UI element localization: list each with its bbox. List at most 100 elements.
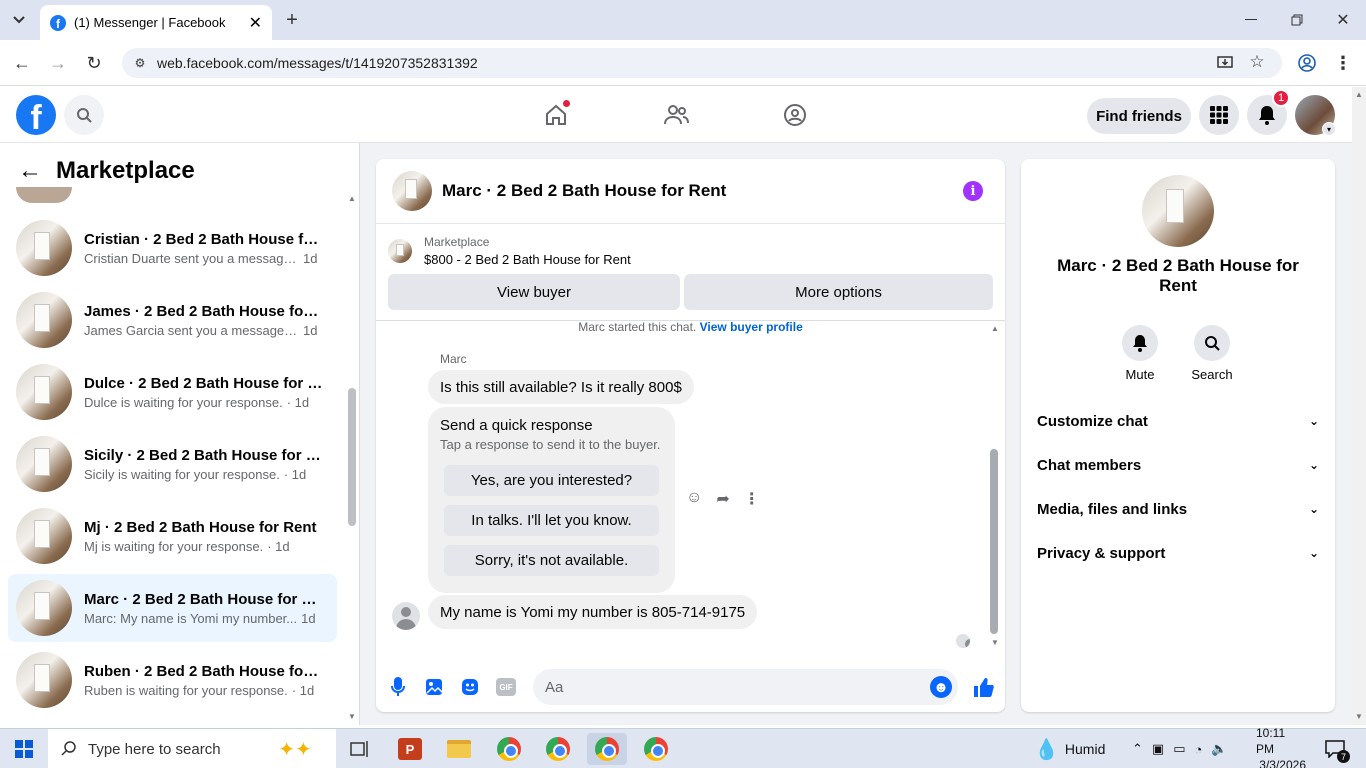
battery-icon[interactable]: ▭ bbox=[1173, 741, 1185, 757]
tab-close-icon[interactable]: ✕ bbox=[249, 13, 262, 33]
sidebar-scroll-down-icon[interactable]: ▼ bbox=[346, 711, 358, 721]
groups-icon[interactable] bbox=[782, 102, 808, 128]
windows-start-icon[interactable] bbox=[14, 739, 34, 759]
conversation-item-james[interactable]: James · 2 Bed 2 Bath House for ... James… bbox=[8, 286, 337, 354]
gif-icon[interactable]: GIF bbox=[496, 678, 516, 696]
listing-thumbnail bbox=[388, 239, 412, 263]
task-view-icon[interactable] bbox=[340, 733, 380, 765]
home-icon[interactable] bbox=[543, 99, 571, 128]
conversation-time: · 1d bbox=[286, 394, 310, 410]
quick-reply-in-talks[interactable]: In talks. I'll let you know. bbox=[444, 505, 659, 536]
chat-members-section[interactable]: Chat members ⌄ bbox=[1037, 445, 1319, 485]
forward-icon[interactable]: → bbox=[48, 53, 68, 73]
privacy-support-section[interactable]: Privacy & support ⌄ bbox=[1037, 533, 1319, 573]
chat-scroll-down-icon[interactable]: ▼ bbox=[989, 637, 1001, 647]
windows-taskbar: Type here to search ✦✦ P 💧 Humid ⌃ ▣ ▭ ◔… bbox=[0, 726, 1366, 768]
account-chevron-down-icon[interactable]: ▾ bbox=[1322, 122, 1336, 136]
meet-now-icon[interactable]: ▣ bbox=[1152, 741, 1164, 757]
conversation-item-marc[interactable]: Marc · 2 Bed 2 Bath House for R... Marc:… bbox=[8, 574, 337, 642]
search-icon[interactable] bbox=[64, 95, 104, 135]
back-arrow-icon[interactable]: ← bbox=[18, 157, 42, 185]
bookmark-star-icon[interactable]: ☆ bbox=[1248, 52, 1266, 71]
restore-icon[interactable] bbox=[1287, 10, 1307, 30]
info-icon[interactable]: i bbox=[963, 181, 983, 201]
conversation-item-cristian[interactable]: Cristian · 2 Bed 2 Bath House for... Cri… bbox=[8, 214, 337, 282]
message-bubble[interactable]: Is this still available? Is it really 80… bbox=[428, 370, 694, 404]
sidebar-scrollbar[interactable] bbox=[348, 388, 356, 526]
search-in-chat-button[interactable]: Search bbox=[1182, 325, 1242, 382]
sidebar-scroll-up-icon[interactable]: ▲ bbox=[346, 193, 358, 203]
back-icon[interactable]: ← bbox=[12, 53, 32, 73]
view-buyer-button[interactable]: View buyer bbox=[388, 274, 680, 310]
emoji-icon[interactable]: ☻ bbox=[930, 676, 952, 698]
address-bar[interactable]: ⚙ web.facebook.com/messages/t/1419207352… bbox=[122, 48, 1282, 78]
conversation-item-mj[interactable]: Mj · 2 Bed 2 Bath House for Rent Mj is w… bbox=[8, 502, 337, 570]
file-explorer-icon[interactable] bbox=[439, 733, 479, 765]
chrome-icon[interactable] bbox=[636, 733, 676, 765]
section-label: Customize chat bbox=[1037, 412, 1148, 430]
view-buyer-profile-link[interactable]: View buyer profile bbox=[700, 320, 803, 334]
more-options-button[interactable]: More options bbox=[684, 274, 993, 310]
quick-response-card: Send a quick response Tap a response to … bbox=[428, 407, 675, 593]
conversation-preview: Marc: My name is Yomi my number... bbox=[84, 610, 298, 626]
like-thumbs-up-icon[interactable] bbox=[972, 676, 994, 698]
chrome-icon[interactable] bbox=[489, 733, 529, 765]
wifi-icon[interactable]: ◔ bbox=[1195, 742, 1203, 757]
chevron-down-icon: ⌄ bbox=[1308, 414, 1319, 428]
tab-title: (1) Messenger | Facebook bbox=[74, 15, 226, 30]
find-friends-button[interactable]: Find friends bbox=[1087, 98, 1191, 134]
volume-icon[interactable]: 🔈 bbox=[1211, 741, 1227, 757]
page-scrollbar[interactable]: ▲ ▼ bbox=[1352, 87, 1366, 725]
conversation-avatar bbox=[16, 652, 72, 708]
reply-icon[interactable]: ➦ bbox=[716, 489, 729, 509]
minimize-icon[interactable] bbox=[1241, 10, 1261, 30]
page-scroll-up-icon[interactable]: ▲ bbox=[1354, 89, 1364, 99]
powerpoint-icon[interactable]: P bbox=[390, 733, 430, 765]
browser-tab-messenger[interactable]: f (1) Messenger | Facebook ✕ bbox=[40, 5, 272, 40]
sender-avatar[interactable] bbox=[392, 602, 420, 630]
chat-scroll-up-icon[interactable]: ▲ bbox=[989, 323, 1001, 333]
conversation-name: Mj · 2 Bed 2 Bath House for Rent bbox=[84, 518, 317, 536]
read-receipt-avatar bbox=[956, 634, 970, 648]
chrome-icon-active[interactable] bbox=[587, 733, 627, 765]
conversation-item-sicily[interactable]: Sicily · 2 Bed 2 Bath House for R... Sic… bbox=[8, 430, 337, 498]
info-panel-avatar[interactable] bbox=[1142, 175, 1214, 247]
chrome-icon[interactable] bbox=[538, 733, 578, 765]
notification-center-icon[interactable]: 7 bbox=[1324, 739, 1350, 763]
conversation-name: Ruben · 2 Bed 2 Bath House for ... bbox=[84, 662, 324, 680]
chat-avatar[interactable] bbox=[392, 171, 432, 211]
more-actions-icon[interactable]: ⋮ bbox=[744, 489, 760, 509]
chat-title[interactable]: Marc · 2 Bed 2 Bath House for Rent bbox=[442, 181, 726, 201]
facebook-header: f Find friends 1 ▾ bbox=[0, 87, 1352, 143]
mute-button[interactable]: Mute bbox=[1110, 325, 1170, 382]
conversation-item-ruben[interactable]: Ruben · 2 Bed 2 Bath House for ... Ruben… bbox=[8, 646, 337, 714]
tab-search-icon[interactable] bbox=[8, 10, 30, 30]
quick-reply-yes[interactable]: Yes, are you interested? bbox=[444, 465, 659, 496]
conversation-item-dulce[interactable]: Dulce · 2 Bed 2 Bath House for R... Dulc… bbox=[8, 358, 337, 426]
photo-icon[interactable] bbox=[424, 676, 444, 698]
message-bubble[interactable]: My name is Yomi my number is 805-714-917… bbox=[428, 595, 758, 629]
message-input[interactable]: Aa ☻ bbox=[533, 669, 958, 705]
menu-grid-icon[interactable] bbox=[1199, 95, 1239, 135]
site-settings-icon[interactable]: ⚙ bbox=[132, 55, 148, 71]
taskbar-search-box[interactable]: Type here to search ✦✦ bbox=[48, 729, 336, 768]
reload-icon[interactable]: ↻ bbox=[84, 53, 104, 73]
profile-icon[interactable] bbox=[1297, 53, 1317, 73]
quick-reply-not-available[interactable]: Sorry, it's not available. bbox=[444, 545, 659, 576]
react-emoji-icon[interactable]: ☺ bbox=[686, 489, 702, 509]
chevron-up-icon[interactable]: ⌃ bbox=[1132, 741, 1143, 757]
customize-chat-section[interactable]: Customize chat ⌄ bbox=[1037, 401, 1319, 441]
sticker-icon[interactable] bbox=[460, 676, 480, 698]
weather-widget[interactable]: 💧 Humid bbox=[1034, 729, 1105, 768]
clock[interactable]: 10:11 PM 3/3/2026 bbox=[1256, 726, 1306, 768]
close-window-icon[interactable]: ✕ bbox=[1333, 10, 1353, 30]
new-tab-icon[interactable]: + bbox=[282, 9, 302, 31]
media-files-links-section[interactable]: Media, files and links ⌄ bbox=[1037, 489, 1319, 529]
install-app-icon[interactable] bbox=[1216, 54, 1234, 72]
page-scroll-down-icon[interactable]: ▼ bbox=[1354, 711, 1364, 721]
friends-icon[interactable] bbox=[663, 102, 689, 128]
chat-scrollbar[interactable] bbox=[990, 449, 998, 634]
microphone-icon[interactable] bbox=[388, 676, 408, 698]
facebook-logo-icon[interactable]: f bbox=[16, 95, 56, 135]
browser-menu-icon[interactable]: ⋮ bbox=[1333, 53, 1353, 73]
